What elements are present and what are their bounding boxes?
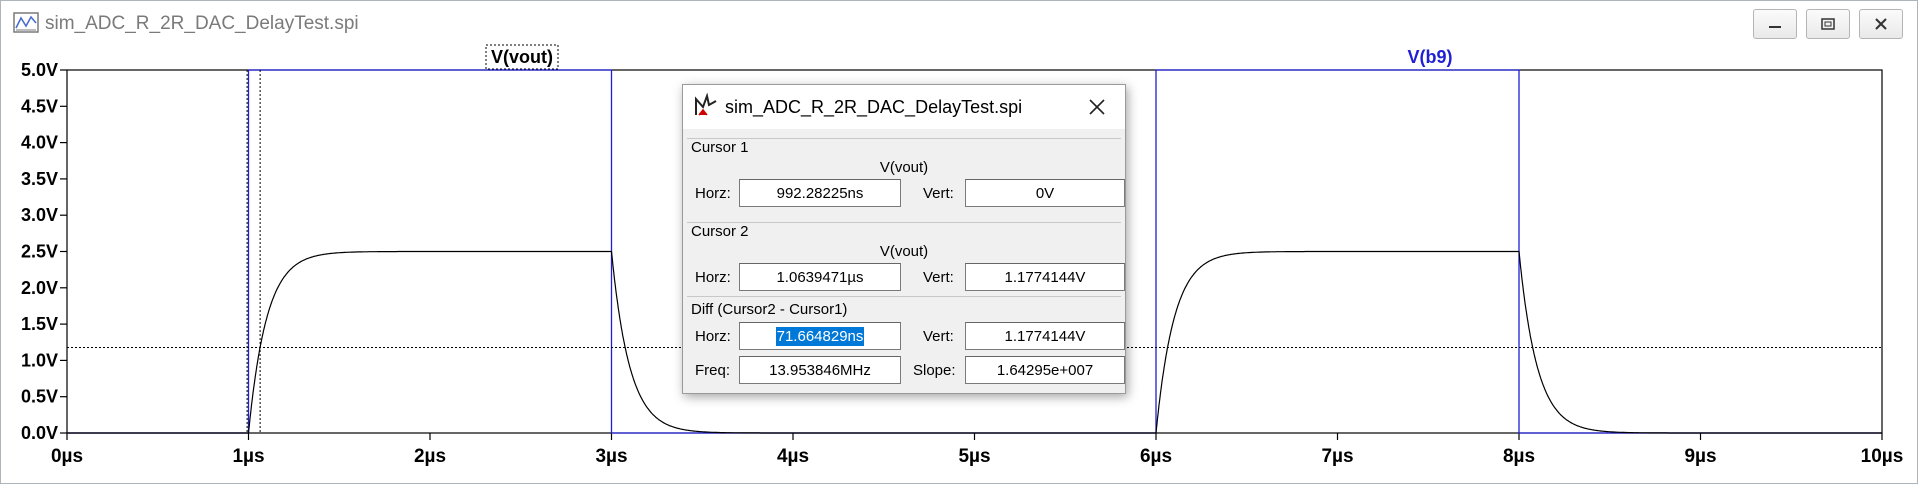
cursor1-trace-name: V(vout) bbox=[879, 159, 929, 176]
cursor1-horz-value: 992.28225ns bbox=[776, 184, 864, 202]
x-tick-label: 7µs bbox=[1321, 446, 1353, 467]
cursor2-horz-label: Horz: bbox=[695, 269, 731, 286]
cursor1-vert-value: 0V bbox=[1035, 184, 1055, 202]
diff-horz-label: Horz: bbox=[695, 328, 731, 345]
trace-label-vout: V(vout) bbox=[491, 47, 553, 67]
y-tick-label: 3.0V bbox=[21, 205, 58, 225]
cursor2-group: Cursor 2 V(vout) Horz: 1.0639471µs Vert:… bbox=[687, 222, 1125, 303]
diff-group: Diff (Cursor2 - Cursor1) Horz: 71.664829… bbox=[687, 296, 1125, 391]
x-tick-label: 6µs bbox=[1140, 446, 1172, 467]
diff-group-title: Diff (Cursor2 - Cursor1) bbox=[691, 301, 848, 318]
cursor2-vert-value: 1.1774144V bbox=[1004, 268, 1086, 286]
diff-freq-value: 13.953846MHz bbox=[769, 361, 871, 379]
dialog-close-button[interactable] bbox=[1083, 95, 1111, 119]
y-tick-label: 1.5V bbox=[21, 314, 58, 334]
x-tick-label: 9µs bbox=[1684, 446, 1716, 467]
y-tick-label: 2.5V bbox=[21, 242, 58, 262]
cursor-dialog: sim_ADC_R_2R_DAC_DelayTest.spi Cursor 1 … bbox=[682, 84, 1126, 394]
cursor2-group-title: Cursor 2 bbox=[691, 223, 749, 240]
cursor1-horz-field[interactable]: 992.28225ns bbox=[739, 179, 901, 207]
cursor2-vert-label: Vert: bbox=[923, 269, 954, 286]
diff-slope-value: 1.64295e+007 bbox=[996, 361, 1094, 379]
dialog-titlebar[interactable]: sim_ADC_R_2R_DAC_DelayTest.spi bbox=[683, 85, 1125, 129]
x-tick-label: 10µs bbox=[1861, 446, 1904, 467]
x-tick-label: 4µs bbox=[777, 446, 809, 467]
diff-horz-value: 71.664829ns bbox=[775, 326, 865, 346]
y-tick-label: 2.0V bbox=[21, 278, 58, 298]
cursor1-group-title: Cursor 1 bbox=[691, 139, 749, 156]
cursor1-vert-label: Vert: bbox=[923, 185, 954, 202]
diff-slope-field[interactable]: 1.64295e+007 bbox=[965, 356, 1125, 384]
diff-vert-label: Vert: bbox=[923, 328, 954, 345]
diff-vert-field[interactable]: 1.1774144V bbox=[965, 322, 1125, 350]
x-tick-label: 8µs bbox=[1503, 446, 1535, 467]
ltspice-icon bbox=[695, 93, 717, 116]
cursor1-group: Cursor 1 V(vout) Horz: 992.28225ns Vert:… bbox=[687, 138, 1125, 219]
diff-freq-label: Freq: bbox=[695, 362, 731, 379]
cursor1-vert-field[interactable]: 0V bbox=[965, 179, 1125, 207]
y-tick-label: 5.0V bbox=[21, 60, 58, 80]
y-tick-label: 4.5V bbox=[21, 96, 58, 116]
trace-label-b9: V(b9) bbox=[1408, 47, 1453, 67]
y-tick-label: 0.5V bbox=[21, 387, 58, 407]
diff-slope-label: Slope: bbox=[913, 362, 956, 379]
close-icon bbox=[1089, 99, 1105, 115]
cursor2-vert-field[interactable]: 1.1774144V bbox=[965, 263, 1125, 291]
cursor2-horz-field[interactable]: 1.0639471µs bbox=[739, 263, 901, 291]
x-tick-label: 3µs bbox=[595, 446, 627, 467]
diff-vert-value: 1.1774144V bbox=[1004, 327, 1086, 345]
cursor2-trace-name: V(vout) bbox=[879, 243, 929, 260]
x-tick-label: 0µs bbox=[51, 446, 83, 467]
x-tick-label: 5µs bbox=[958, 446, 990, 467]
y-tick-label: 3.5V bbox=[21, 169, 58, 189]
y-tick-label: 4.0V bbox=[21, 133, 58, 153]
diff-horz-field[interactable]: 71.664829ns bbox=[739, 322, 901, 350]
dialog-title: sim_ADC_R_2R_DAC_DelayTest.spi bbox=[725, 97, 1023, 117]
cursor1-horz-label: Horz: bbox=[695, 185, 731, 202]
diff-freq-field[interactable]: 13.953846MHz bbox=[739, 356, 901, 384]
cursor2-horz-value: 1.0639471µs bbox=[776, 268, 864, 286]
y-tick-label: 1.0V bbox=[21, 350, 58, 370]
x-tick-label: 2µs bbox=[414, 446, 446, 467]
y-tick-label: 0.0V bbox=[21, 423, 58, 443]
x-tick-label: 1µs bbox=[232, 446, 264, 467]
